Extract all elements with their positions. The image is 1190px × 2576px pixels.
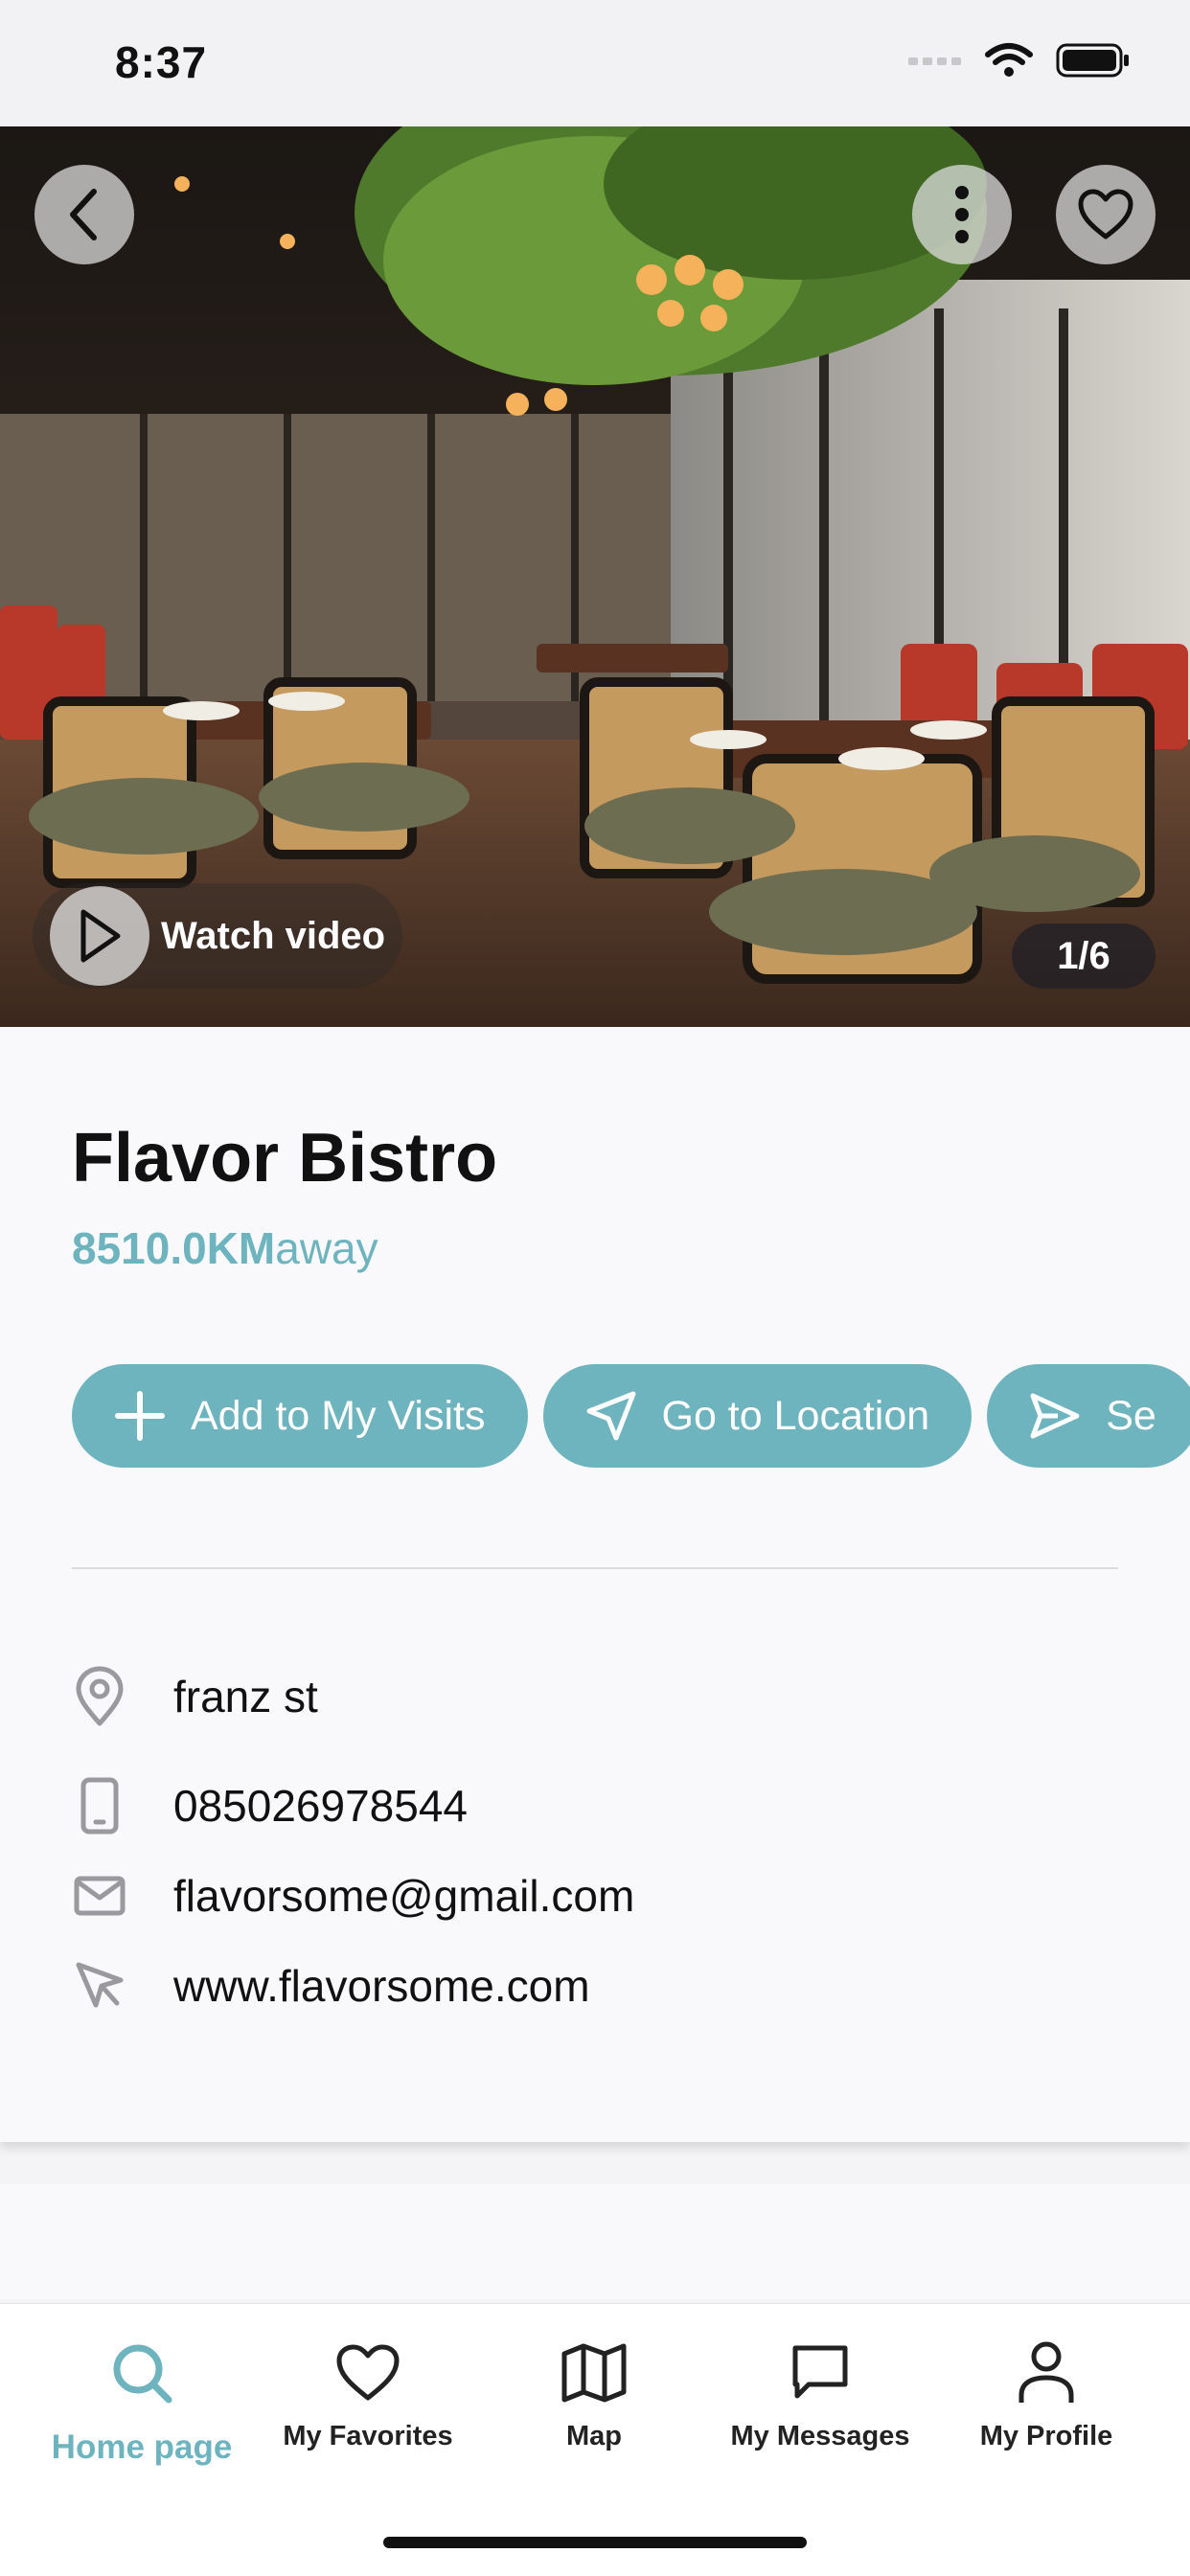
tab-favorites[interactable]: My Favorites [258, 2304, 478, 2486]
back-button[interactable] [34, 165, 134, 264]
status-indicators [908, 42, 1131, 79]
signal-icon [908, 57, 961, 65]
add-to-visits-label: Add to My Visits [191, 1392, 486, 1439]
more-options-button[interactable] [912, 165, 1012, 264]
plus-icon [115, 1391, 165, 1441]
battery-icon [1056, 43, 1129, 78]
play-button-circle [50, 886, 149, 986]
phone-icon [72, 1772, 127, 1839]
email-row[interactable]: flavorsome@gmail.com [72, 1862, 634, 1929]
image-counter: 1/6 [1012, 923, 1156, 989]
tab-home-label: Home page [51, 2428, 233, 2466]
address-text: franz st [173, 1672, 318, 1721]
go-to-location-label: Go to Location [661, 1392, 930, 1439]
tab-messages-label: My Messages [730, 2421, 910, 2451]
bottom-tab-bar: Home page My Favorites Map My Messages M… [0, 2303, 1190, 2576]
phone-row[interactable]: 085026978544 [72, 1772, 468, 1839]
navigation-arrow-icon [586, 1391, 635, 1441]
restaurant-name: Flavor Bistro [72, 1120, 498, 1197]
tab-messages[interactable]: My Messages [710, 2304, 930, 2486]
home-indicator [383, 2537, 807, 2548]
heart-icon [1078, 189, 1133, 239]
person-icon [1016, 2335, 1077, 2411]
section-divider [72, 1567, 1118, 1569]
website-text: www.flavorsome.com [173, 1961, 590, 2011]
go-to-location-button[interactable]: Go to Location [542, 1364, 973, 1468]
distance-value: 8510.0KM [72, 1223, 276, 1273]
tab-profile[interactable]: My Profile [936, 2304, 1156, 2486]
map-icon [561, 2335, 628, 2411]
send-label: Se [1106, 1392, 1156, 1439]
address-row[interactable]: franz st [72, 1663, 318, 1730]
status-time: 8:37 [115, 37, 208, 87]
next-section-card [0, 2184, 1190, 2299]
watch-video-label: Watch video [161, 914, 386, 957]
tab-map-label: Map [566, 2421, 622, 2451]
send-icon [1030, 1393, 1080, 1439]
phone-text: 085026978544 [173, 1781, 468, 1831]
email-text: flavorsome@gmail.com [173, 1871, 635, 1921]
search-icon [109, 2335, 174, 2411]
tab-map[interactable]: Map [484, 2304, 704, 2486]
send-button[interactable]: Se [987, 1364, 1190, 1468]
distance-suffix: away [275, 1223, 378, 1273]
action-buttons-row: Add to My Visits Go to Location Se [72, 1364, 1190, 1468]
chevron-left-icon [70, 189, 97, 240]
favorite-button[interactable] [1056, 165, 1156, 264]
tab-home[interactable]: Home page [32, 2304, 252, 2486]
distance-text: 8510.0KMaway [72, 1222, 378, 1274]
wifi-icon [985, 43, 1033, 77]
play-icon [80, 909, 121, 963]
tab-profile-label: My Profile [979, 2421, 1113, 2451]
tab-favorites-label: My Favorites [283, 2421, 453, 2451]
location-pin-icon [72, 1663, 127, 1730]
mail-icon [72, 1862, 127, 1929]
message-icon [790, 2335, 851, 2411]
cursor-pointer-icon [72, 1952, 127, 2019]
watch-video-button[interactable]: Watch video [33, 883, 403, 989]
more-vertical-icon [955, 186, 969, 243]
restaurant-photo-gallery[interactable]: Watch video 1/6 [0, 126, 1190, 1027]
website-row[interactable]: www.flavorsome.com [72, 1952, 590, 2019]
add-to-visits-button[interactable]: Add to My Visits [72, 1364, 528, 1468]
status-bar: 8:37 [0, 0, 1190, 126]
heart-icon [334, 2335, 401, 2411]
